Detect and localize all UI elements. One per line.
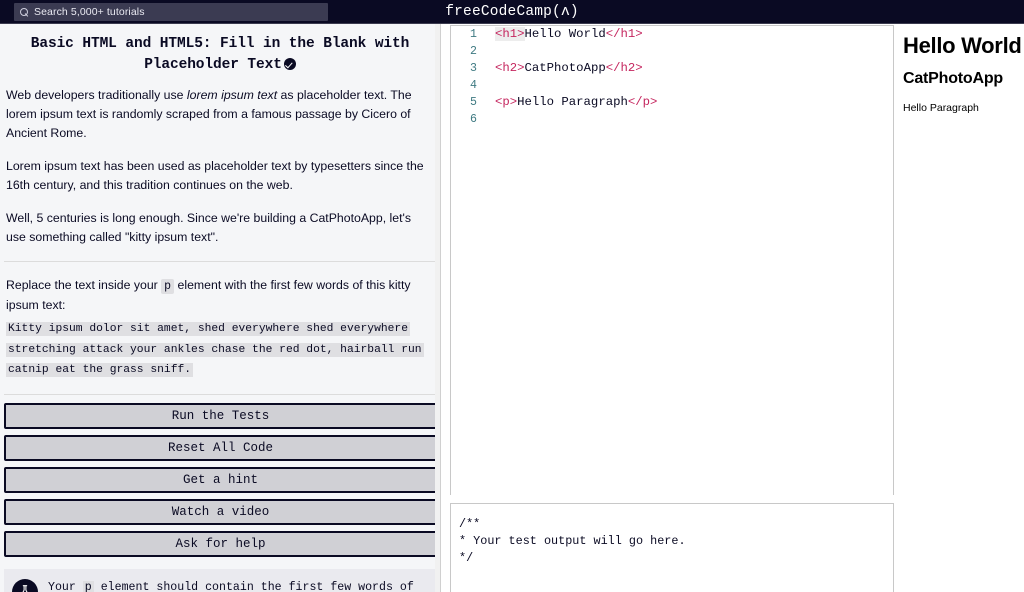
description-paragraph-3: Well, 5 centuries is long enough. Since … [6, 211, 412, 244]
instruction-block: Replace the text inside your p element w… [0, 276, 440, 380]
instruction-inline-code: p [161, 279, 175, 294]
console-line: */ [459, 551, 474, 565]
run-tests-button[interactable]: Run the Tests [4, 402, 437, 429]
test-output-console: /** * Your test output will go here. */ [450, 503, 894, 592]
paragraph-1-emphasis: lorem ipsum text [186, 88, 278, 102]
code-line[interactable]: 5 <p>Hello Paragraph</p> [451, 94, 893, 111]
paragraph-1-before: Web developers traditionally use [6, 88, 187, 102]
console-line: * Your test output will go here. [459, 534, 686, 548]
code-line[interactable]: 1 <h1>Hello World</h1> [451, 26, 893, 43]
challenge-title-text: Basic HTML and HTML5: Fill in the Blank … [30, 36, 410, 73]
code-line[interactable]: 4 [451, 77, 893, 94]
preview-heading-1: Hello World [903, 33, 1022, 58]
code-line[interactable]: 2 [451, 43, 893, 60]
editor-console-gap [450, 495, 894, 503]
instruction-prefix: Replace the text inside your [6, 278, 162, 292]
line-number: 5 [470, 96, 477, 109]
line-number: 6 [470, 113, 477, 126]
reset-all-code-button[interactable]: Reset All Code [4, 434, 437, 461]
action-buttons: Run the Tests Reset All Code Get a hint … [0, 395, 440, 557]
section-divider-1 [4, 261, 436, 262]
line-number: 4 [470, 79, 477, 92]
check-circle-icon [283, 58, 296, 70]
kitty-ipsum-block: Kitty ipsum dolor sit amet, shed everywh… [6, 318, 434, 380]
line-number: 1 [470, 28, 477, 41]
feedback-prefix: Your [48, 580, 83, 592]
description-paragraph-1: Web developers traditionally use lorem i… [6, 86, 434, 143]
test-feedback-banner: Your p element should contain the first … [4, 568, 436, 592]
test-feedback-text: Your p element should contain the first … [48, 577, 426, 592]
code-editor[interactable]: 1 <h1>Hello World</h1> 2 3 <h2>CatPhotoA… [450, 25, 894, 497]
code-line[interactable]: 6 [451, 111, 893, 128]
instructions-panel: Basic HTML and HTML5: Fill in the Blank … [0, 24, 441, 592]
open-tag: <p> [495, 95, 518, 109]
kitty-ipsum-text: Kitty ipsum dolor sit amet, shed everywh… [6, 322, 424, 377]
preview-heading-2: CatPhotoApp [903, 70, 1004, 87]
code-content: <h2>CatPhotoApp</h2> [487, 60, 643, 77]
challenge-title: Basic HTML and HTML5: Fill in the Blank … [14, 34, 426, 76]
search-input[interactable]: Search 5,000+ tutorials [14, 3, 328, 21]
search-icon [20, 7, 29, 17]
search-placeholder-text: Search 5,000+ tutorials [34, 6, 145, 18]
close-tag: </h2> [605, 61, 643, 75]
instructions-scrollbar[interactable] [435, 24, 440, 592]
code-inner-text: CatPhotoApp [524, 61, 606, 75]
ask-for-help-button[interactable]: Ask for help [4, 530, 437, 557]
code-inner-text: Hello Paragraph [517, 95, 628, 109]
preview-panel: Hello World CatPhotoApp Hello Paragraph [897, 25, 1024, 592]
instruction-sentence: Replace the text inside your p element w… [6, 276, 434, 315]
line-number: 3 [470, 62, 477, 75]
feedback-code-1: p [82, 580, 94, 592]
panel-gap-left [442, 24, 450, 592]
close-tag: </p> [627, 95, 658, 109]
code-inner-text: Hello World [524, 27, 606, 41]
get-a-hint-button[interactable]: Get a hint [4, 466, 437, 493]
code-content: <h1>Hello World</h1> [487, 26, 643, 43]
code-line[interactable]: 3 <h2>CatPhotoApp</h2> [451, 60, 893, 77]
console-line: /** [459, 517, 481, 531]
open-tag: <h1> [495, 27, 525, 41]
flask-glyph [22, 584, 28, 592]
line-number: 2 [470, 45, 477, 58]
description-paragraph-2: Lorem ipsum text has been used as placeh… [6, 159, 424, 192]
close-tag: </h1> [605, 27, 643, 41]
code-content: <p>Hello Paragraph</p> [487, 94, 657, 111]
feedback-middle: element should contain the first few wor… [100, 580, 414, 592]
challenge-description: Web developers traditionally use lorem i… [0, 86, 440, 247]
top-navbar: Search 5,000+ tutorials freeCodeCamp(ʌ) [0, 0, 1024, 24]
watch-a-video-button[interactable]: Watch a video [4, 498, 437, 525]
open-tag: <h2> [495, 61, 525, 75]
flask-icon [12, 578, 38, 592]
preview-paragraph: Hello Paragraph [903, 102, 979, 114]
